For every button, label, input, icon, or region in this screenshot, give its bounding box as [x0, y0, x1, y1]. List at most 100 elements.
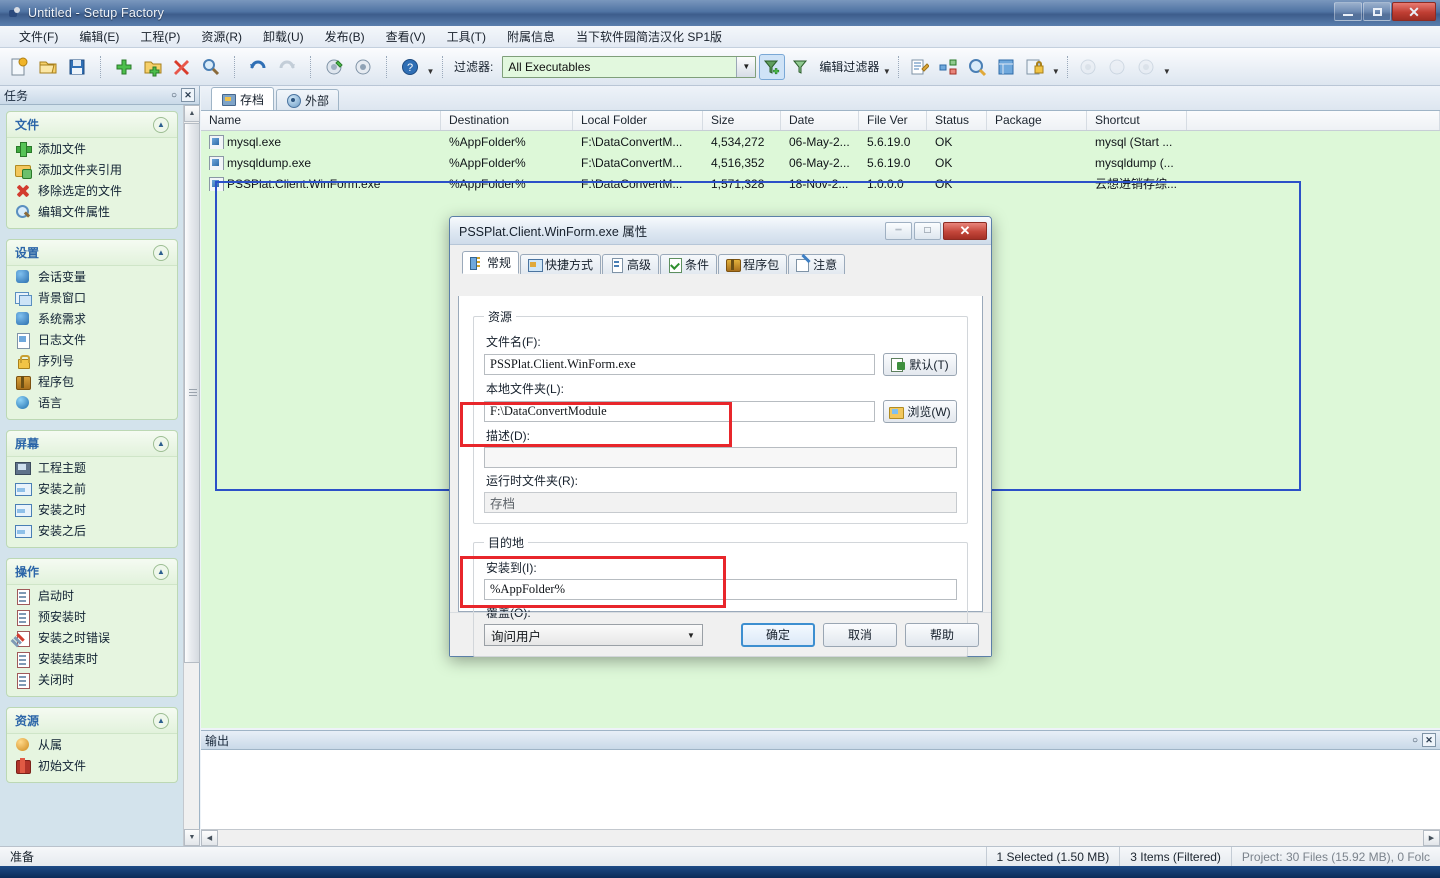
task-item-add-folder-ref[interactable]: 添加文件夹引用 — [7, 159, 177, 180]
filename-input[interactable]: PSSPlat.Client.WinForm.exe — [484, 354, 875, 375]
task-item-dependency[interactable]: 从属 — [7, 734, 177, 755]
column-header-status[interactable]: Status — [927, 111, 987, 130]
maximize-button[interactable] — [1363, 2, 1391, 21]
scrollbar-thumb[interactable] — [184, 123, 200, 663]
column-header-name[interactable]: Name — [201, 111, 441, 130]
undo-button[interactable] — [245, 54, 271, 80]
tab-condition[interactable]: 条件 — [660, 254, 718, 274]
menu-item-uninstall[interactable]: 卸载(U) — [254, 25, 313, 48]
task-item-session-variables[interactable]: 会话变量 — [7, 266, 177, 287]
scroll-left-arrow-icon[interactable]: ◀ — [201, 830, 218, 846]
chevron-up-icon[interactable]: ▲ — [153, 244, 169, 261]
filter-overflow-caret[interactable]: ▼ — [882, 56, 891, 78]
redo-button[interactable] — [274, 54, 300, 80]
tab-shortcut[interactable]: 快捷方式 — [520, 254, 602, 274]
column-header-size[interactable]: Size — [703, 111, 781, 130]
task-item-on-shutdown[interactable]: 关闭时 — [7, 669, 177, 690]
task-item-during-install[interactable]: 安装之时 — [7, 499, 177, 520]
dialog-maximize-button[interactable]: □ — [914, 221, 941, 240]
options-button[interactable] — [1133, 54, 1159, 80]
save-button[interactable] — [64, 54, 90, 80]
distribute-button[interactable] — [935, 54, 961, 80]
edit-filter-label[interactable]: 编辑过滤器 — [819, 58, 879, 75]
help-button[interactable]: 帮助 — [905, 622, 979, 647]
task-group-header-actions[interactable]: 操作 ▲ — [7, 559, 177, 585]
build-project-button[interactable] — [993, 54, 1019, 80]
menu-item-tools[interactable]: 工具(T) — [438, 25, 495, 48]
toolbar-overflow-caret[interactable]: ▼ — [426, 56, 435, 78]
new-file-button[interactable] — [6, 54, 32, 80]
chevron-up-icon[interactable]: ▲ — [153, 712, 169, 729]
task-pane-scrollbar[interactable]: ▲ ▼ — [183, 105, 200, 846]
add-folder-button[interactable] — [140, 54, 166, 80]
minimize-button[interactable] — [1334, 2, 1362, 21]
ok-button[interactable]: 确定 — [741, 622, 815, 647]
search-button[interactable] — [198, 54, 224, 80]
task-item-system-requirements[interactable]: 系统需求 — [7, 308, 177, 329]
task-item-package[interactable]: 程序包 — [7, 371, 177, 392]
task-item-language[interactable]: 语言 — [7, 392, 177, 413]
tab-note[interactable]: 注意 — [788, 254, 846, 274]
task-item-background-window[interactable]: 背景窗口 — [7, 287, 177, 308]
table-row[interactable]: PSSPlat.Client.WinForm.exe %AppFolder% F… — [201, 173, 1440, 194]
open-folder-button[interactable] — [35, 54, 61, 80]
menu-item-edit[interactable]: 编辑(E) — [70, 25, 128, 48]
tab-external[interactable]: 外部 — [276, 89, 340, 110]
tab-archive[interactable]: 存档 — [211, 87, 275, 110]
task-pane-pin-icon[interactable]: ○ — [167, 88, 181, 102]
menu-item-about[interactable]: 附属信息 — [498, 25, 564, 48]
task-item-after-install[interactable]: 安装之后 — [7, 520, 177, 541]
tab-package[interactable]: 程序包 — [718, 254, 788, 274]
task-item-on-install-error[interactable]: 安装之时错误 — [7, 627, 177, 648]
task-item-on-startup[interactable]: 启动时 — [7, 585, 177, 606]
task-group-header-screens[interactable]: 屏幕 ▲ — [7, 431, 177, 457]
add-file-button[interactable] — [111, 54, 137, 80]
task-pane-close-icon[interactable]: ✕ — [181, 88, 195, 102]
task-item-project-theme[interactable]: 工程主题 — [7, 457, 177, 478]
scroll-right-arrow-icon[interactable]: ▶ — [1423, 830, 1440, 846]
secure-build-button[interactable] — [1022, 54, 1048, 80]
menu-item-localization-credit[interactable]: 当下软件园简洁汉化 SP1版 — [567, 25, 731, 48]
column-header-file-ver[interactable]: File Ver — [859, 111, 927, 130]
task-group-header-settings[interactable]: 设置 ▲ — [7, 240, 177, 266]
table-row[interactable]: mysqldump.exe %AppFolder% F:\DataConvert… — [201, 152, 1440, 173]
run-button[interactable] — [1075, 54, 1101, 80]
column-header-destination[interactable]: Destination — [441, 111, 573, 130]
remove-file-button[interactable] — [169, 54, 195, 80]
edit-script-button[interactable] — [906, 54, 932, 80]
menu-item-resource[interactable]: 资源(R) — [192, 25, 251, 48]
column-header-local-folder[interactable]: Local Folder — [573, 111, 703, 130]
settings-button[interactable] — [350, 54, 376, 80]
column-header-shortcut[interactable]: Shortcut — [1087, 111, 1187, 130]
task-item-serial-number[interactable]: 序列号 — [7, 350, 177, 371]
chevron-down-icon[interactable]: ▼ — [736, 56, 756, 77]
task-group-header-resources[interactable]: 资源 ▲ — [7, 708, 177, 734]
menu-item-file[interactable]: 文件(F) — [10, 25, 67, 48]
task-item-log-file[interactable]: 日志文件 — [7, 329, 177, 350]
output-pane-close-icon[interactable]: ✕ — [1422, 733, 1436, 747]
description-input[interactable] — [484, 447, 957, 468]
chevron-up-icon[interactable]: ▲ — [153, 435, 169, 452]
output-horizontal-scrollbar[interactable]: ◀ ▶ — [201, 829, 1440, 846]
local-folder-input[interactable]: F:\DataConvertModule — [484, 401, 875, 422]
scroll-down-arrow-icon[interactable]: ▼ — [184, 829, 200, 846]
options-overflow-caret[interactable]: ▼ — [1162, 56, 1171, 78]
output-pane-pin-icon[interactable]: ○ — [1408, 733, 1422, 747]
filter-combobox[interactable]: All Executables ▼ — [502, 55, 757, 78]
preview-button[interactable] — [964, 54, 990, 80]
chevron-up-icon[interactable]: ▲ — [153, 563, 169, 580]
menu-item-project[interactable]: 工程(P) — [131, 25, 189, 48]
browse-button[interactable]: 浏览(W) — [883, 400, 957, 423]
column-header-package[interactable]: Package — [987, 111, 1087, 130]
column-header-date[interactable]: Date — [781, 111, 859, 130]
task-item-remove-file[interactable]: 移除选定的文件 — [7, 180, 177, 201]
build-button[interactable] — [321, 54, 347, 80]
default-button[interactable]: 默认(T) — [883, 353, 957, 376]
cancel-button[interactable]: 取消 — [823, 622, 897, 647]
help-button[interactable]: ? — [397, 54, 423, 80]
scroll-up-arrow-icon[interactable]: ▲ — [184, 105, 200, 122]
menu-item-view[interactable]: 查看(V) — [377, 25, 435, 48]
close-button[interactable]: ✕ — [1392, 2, 1436, 21]
apply-filter-button[interactable] — [759, 53, 786, 80]
task-item-before-install[interactable]: 安装之前 — [7, 478, 177, 499]
